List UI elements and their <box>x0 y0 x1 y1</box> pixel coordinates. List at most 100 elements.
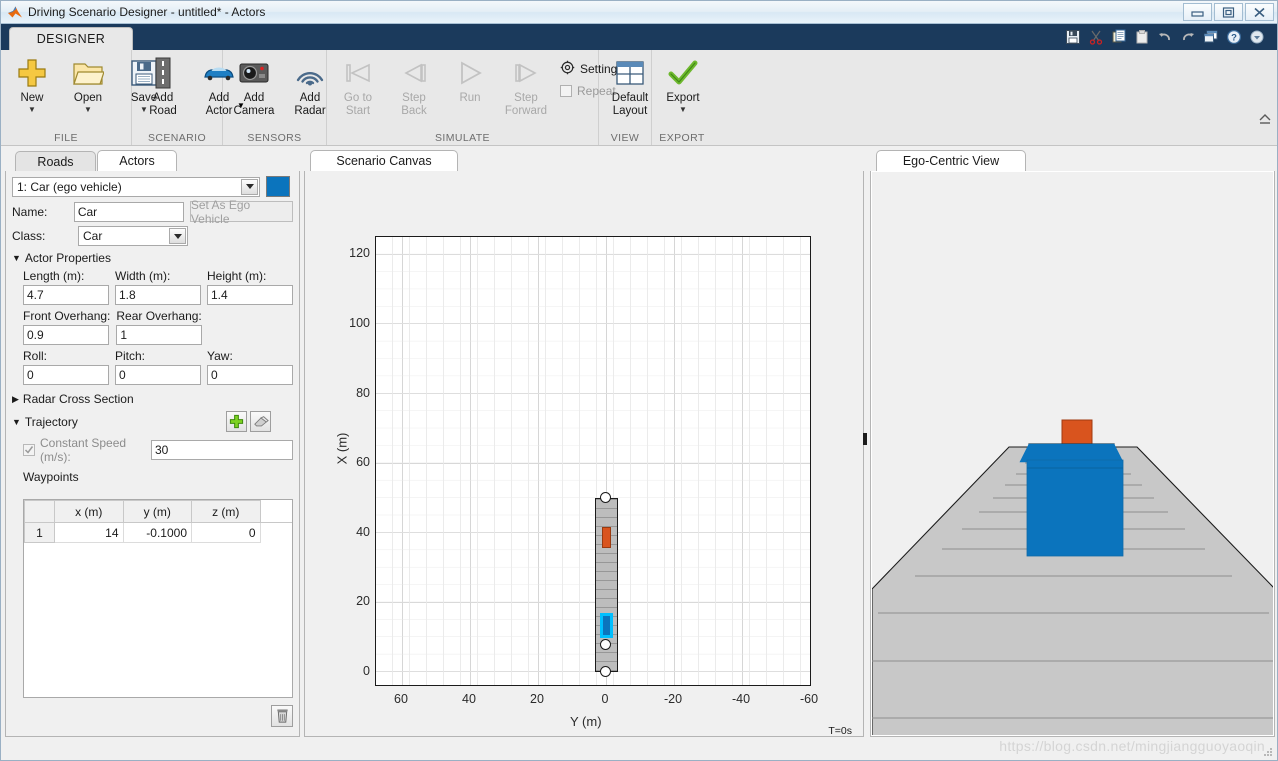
eraser-icon[interactable] <box>250 411 271 432</box>
col-spacer <box>259 500 292 523</box>
height-input[interactable] <box>207 285 293 305</box>
waypoints-table-wrapper[interactable]: x (m) y (m) z (m) 1 14 -0.1000 0 <box>23 499 293 698</box>
yaw-field: Yaw: <box>207 349 293 385</box>
front-overhang-input[interactable] <box>23 325 109 345</box>
panel-splitter-handle[interactable] <box>863 433 867 445</box>
ribbon-group-view: Default Layout <box>599 50 652 131</box>
panel-bottom-bar <box>12 705 293 731</box>
resize-grip[interactable] <box>1262 745 1274 757</box>
save-icon[interactable] <box>1062 27 1083 46</box>
cell-z[interactable]: 0 <box>191 522 261 543</box>
waypoint-marker[interactable] <box>600 639 611 650</box>
waypoint-marker[interactable] <box>600 666 611 677</box>
ego-scene-svg <box>872 172 1273 735</box>
add-road-button[interactable]: Add Road <box>135 54 191 117</box>
cell-x[interactable]: 14 <box>54 522 124 543</box>
ego-tabstrip: Ego-Centric View <box>870 149 1275 172</box>
add-camera-button[interactable]: Add Camera <box>226 54 282 117</box>
tab-ego-centric-view[interactable]: Ego-Centric View <box>876 150 1026 172</box>
export-label: Export <box>666 92 700 104</box>
group-label-sensors: SENSORS <box>223 130 327 145</box>
rear-overhang-field: Rear Overhang: <box>116 309 203 345</box>
actor-color-swatch[interactable] <box>266 176 290 197</box>
chevron-down-icon[interactable]: ▼ <box>84 105 92 114</box>
width-input[interactable] <box>115 285 201 305</box>
matlab-icon <box>7 4 23 20</box>
class-select[interactable]: Car <box>78 226 188 246</box>
scenario-canvas-plot[interactable]: 120 100 80 60 40 20 0 X (m) 60 40 20 0 -… <box>304 171 864 737</box>
pitch-input[interactable] <box>115 365 201 385</box>
chevron-down-icon[interactable]: ▼ <box>679 105 687 114</box>
xtick-60: 60 <box>394 692 408 706</box>
close-button[interactable] <box>1245 3 1274 21</box>
ytick-100: 100 <box>349 316 370 330</box>
trajectory-label: Trajectory <box>24 414 78 429</box>
new-button[interactable]: New ▼ <box>4 54 60 114</box>
step-back-button[interactable]: Step Back <box>386 54 442 117</box>
collapse-ribbon-icon[interactable] <box>1259 113 1271 128</box>
radar-cross-section-label: Radar Cross Section <box>22 392 134 406</box>
length-input[interactable] <box>23 285 109 305</box>
constant-speed-input[interactable] <box>151 440 293 460</box>
trash-icon[interactable] <box>271 705 293 727</box>
name-input[interactable] <box>73 201 184 222</box>
table-row[interactable]: 1 14 -0.1000 0 <box>24 522 293 543</box>
redo-icon[interactable] <box>1177 27 1198 46</box>
ribbon-group-scenario: Add Road Add Actor ▼ <box>132 50 245 131</box>
set-as-ego-vehicle-button[interactable]: Set As Ego Vehicle <box>189 198 293 226</box>
actor-marker-other[interactable] <box>602 527 611 548</box>
tab-designer[interactable]: DESIGNER <box>9 27 133 50</box>
pitch-label: Pitch: <box>115 349 146 363</box>
driving-scenario-designer-window: Driving Scenario Designer - untitled* - … <box>0 0 1278 761</box>
trajectory-toggle[interactable]: ▼ Trajectory <box>12 415 78 429</box>
ego-vehicle-body <box>1026 459 1124 557</box>
rear-overhang-input[interactable] <box>116 325 203 345</box>
actor-properties-header[interactable]: ▼ Actor Properties <box>12 251 293 265</box>
actor-selector-value: 1: Car (ego vehicle) <box>17 179 122 194</box>
radar-cross-section-header[interactable]: ▶ Radar Cross Section <box>12 392 293 406</box>
plot-axes[interactable] <box>375 236 811 686</box>
chevron-down-icon[interactable]: ▼ <box>28 105 36 114</box>
add-waypoint-icon[interactable] <box>226 411 247 432</box>
actor-marker-ego-highlight[interactable] <box>600 613 613 638</box>
step-forward-icon <box>511 56 541 90</box>
xtick-neg60: -60 <box>799 692 819 706</box>
chevron-down-icon[interactable] <box>1246 27 1267 46</box>
undo-icon[interactable] <box>1154 27 1175 46</box>
copy-icon[interactable] <box>1108 27 1129 46</box>
help-icon[interactable]: ? <box>1223 27 1244 46</box>
cut-icon[interactable] <box>1085 27 1106 46</box>
ribbon-group-simulate: Go to Start Step Back Run Step Forward S… <box>327 50 623 131</box>
cell-y[interactable]: -0.1000 <box>122 522 192 543</box>
paste-icon[interactable] <box>1131 27 1152 46</box>
constant-speed-checkbox[interactable] <box>23 444 35 456</box>
ytick-80: 80 <box>356 386 370 400</box>
export-button[interactable]: Export ▼ <box>655 54 711 114</box>
run-button[interactable]: Run <box>442 54 498 105</box>
tab-actors[interactable]: Actors <box>97 150 177 172</box>
go-to-start-label: Go to Start <box>343 92 373 117</box>
roll-input[interactable] <box>23 365 109 385</box>
width-field: Width (m): <box>115 269 201 305</box>
ego-centric-plot[interactable] <box>870 171 1275 737</box>
tab-roads[interactable]: Roads <box>15 151 96 171</box>
trajectory-actions <box>226 411 271 432</box>
xtick-40: 40 <box>462 692 476 706</box>
go-to-start-button[interactable]: Go to Start <box>330 54 386 117</box>
layout-icon[interactable] <box>1200 27 1221 46</box>
waypoint-marker[interactable] <box>600 492 611 503</box>
open-button[interactable]: Open ▼ <box>60 54 116 114</box>
restore-button[interactable] <box>1214 3 1243 21</box>
tab-scenario-canvas[interactable]: Scenario Canvas <box>310 150 458 172</box>
simulation-time: T=0s <box>828 725 852 737</box>
minimize-button[interactable] <box>1183 3 1212 21</box>
chevron-down-icon[interactable] <box>169 228 186 244</box>
chevron-down-icon[interactable] <box>241 178 258 195</box>
triangle-down-icon: ▼ <box>12 253 21 263</box>
waypoints-header-row: x (m) y (m) z (m) <box>24 500 292 523</box>
step-forward-button[interactable]: Step Forward <box>498 54 554 117</box>
yaw-input[interactable] <box>207 365 293 385</box>
actor-selector[interactable]: 1: Car (ego vehicle) <box>12 176 260 197</box>
step-back-icon <box>399 56 429 90</box>
default-layout-button[interactable]: Default Layout <box>602 54 658 117</box>
